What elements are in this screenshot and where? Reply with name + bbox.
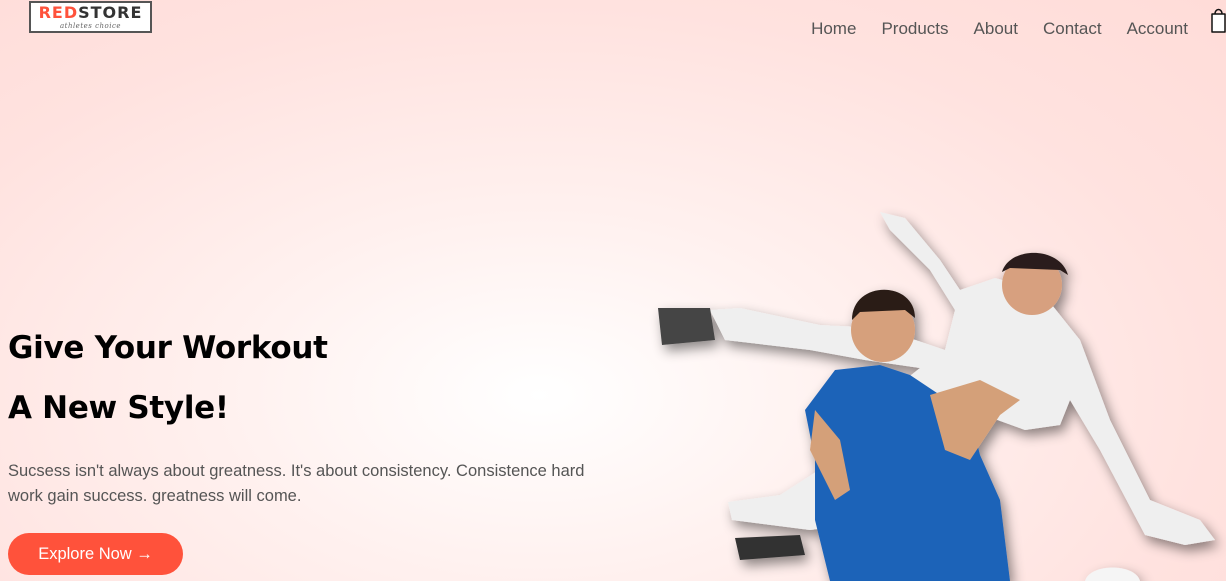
- explore-now-button[interactable]: Explore Now →: [8, 533, 183, 575]
- nav-products[interactable]: Products: [881, 19, 948, 39]
- logo-store-text: STORE: [78, 3, 143, 22]
- hero-heading: Give Your Workout A New Style!: [8, 318, 628, 438]
- nav-account[interactable]: Account: [1127, 19, 1188, 39]
- brand-logo[interactable]: REDSTORE athletes choice: [29, 1, 152, 33]
- hero-description: Sucsess isn't always about greatness. It…: [8, 462, 585, 505]
- hero-players-image: [658, 212, 1215, 581]
- main-nav: Home Products About Contact Account: [786, 19, 1188, 39]
- nav-about[interactable]: About: [974, 19, 1018, 39]
- hero-heading-line2: A New Style!: [8, 390, 229, 426]
- nav-home[interactable]: Home: [811, 19, 856, 39]
- shopping-bag-icon[interactable]: [1210, 5, 1226, 33]
- hero-heading-line1: Give Your Workout: [8, 330, 328, 366]
- logo-tagline: athletes choice: [59, 22, 122, 30]
- logo-wordmark: REDSTORE: [31, 4, 150, 22]
- hero-text: Give Your Workout A New Style! Sucsess i…: [8, 318, 628, 509]
- nav-contact[interactable]: Contact: [1043, 19, 1102, 39]
- logo-red-text: RED: [38, 3, 79, 22]
